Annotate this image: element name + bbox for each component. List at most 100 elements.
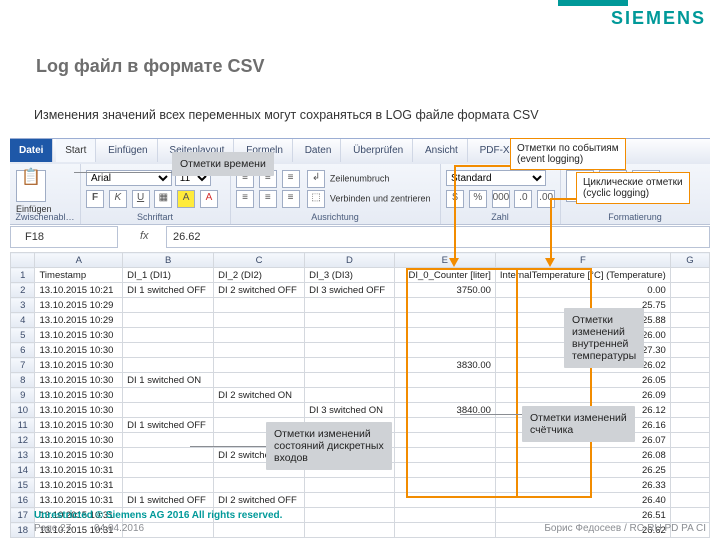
tab-start[interactable]: Start (56, 139, 96, 162)
cell[interactable] (123, 328, 214, 343)
formula-bar[interactable]: 26.62 (166, 226, 710, 248)
cell[interactable] (670, 283, 709, 298)
cell[interactable] (394, 433, 495, 448)
cell[interactable] (670, 388, 709, 403)
tab-view[interactable]: Ansicht (416, 139, 468, 162)
cell[interactable]: 26.05 (495, 373, 670, 388)
cell[interactable] (123, 448, 214, 463)
cell[interactable] (305, 493, 395, 508)
cell[interactable] (670, 343, 709, 358)
cell[interactable] (670, 298, 709, 313)
cell[interactable] (305, 388, 395, 403)
col-header[interactable] (11, 253, 35, 268)
cell[interactable] (305, 328, 395, 343)
bold-icon[interactable]: F (86, 190, 104, 208)
cell[interactable]: DI 1 switched OFF (123, 493, 214, 508)
cell[interactable] (670, 478, 709, 493)
cell[interactable] (305, 478, 395, 493)
row-header[interactable]: 4 (11, 313, 35, 328)
row-header[interactable]: 9 (11, 388, 35, 403)
dec-inc-icon[interactable]: .0 (514, 190, 532, 208)
cell[interactable] (394, 313, 495, 328)
cell[interactable] (123, 343, 214, 358)
cell[interactable]: 26.40 (495, 493, 670, 508)
cell[interactable] (394, 448, 495, 463)
italic-icon[interactable]: K (109, 190, 127, 208)
align-center-icon[interactable]: ≡ (259, 190, 277, 208)
percent-icon[interactable]: % (469, 190, 487, 208)
cell[interactable]: 13.10.2015 10:31 (35, 463, 123, 478)
cell[interactable] (214, 313, 305, 328)
cell[interactable] (670, 493, 709, 508)
row-header[interactable]: 10 (11, 403, 35, 418)
cell[interactable]: 13.10.2015 10:30 (35, 448, 123, 463)
cell[interactable] (394, 328, 495, 343)
cell[interactable] (305, 313, 395, 328)
cell[interactable]: DI 3 switched ON (305, 403, 395, 418)
cell[interactable]: DI_1 (DI1) (123, 268, 214, 283)
name-box[interactable]: F18 (10, 226, 118, 248)
cell[interactable]: DI 3 swiched OFF (305, 283, 395, 298)
cell[interactable]: Timestamp (35, 268, 123, 283)
cell[interactable]: 13.10.2015 10:30 (35, 433, 123, 448)
cell[interactable]: 13.10.2015 10:30 (35, 343, 123, 358)
cell[interactable] (123, 298, 214, 313)
cell[interactable] (670, 373, 709, 388)
cell[interactable] (214, 328, 305, 343)
cell[interactable] (670, 433, 709, 448)
cell[interactable] (214, 343, 305, 358)
row-header[interactable]: 17 (11, 508, 35, 523)
cell[interactable]: DI 2 switched OFF (214, 493, 305, 508)
cell[interactable] (394, 418, 495, 433)
cell[interactable] (123, 358, 214, 373)
wrap-icon[interactable]: ↲ (307, 170, 325, 188)
cell[interactable] (394, 478, 495, 493)
cell[interactable]: 13.10.2015 10:30 (35, 373, 123, 388)
cell[interactable]: 13.10.2015 10:30 (35, 328, 123, 343)
cell[interactable]: DI 1 switched ON (123, 373, 214, 388)
cell[interactable]: 26.25 (495, 463, 670, 478)
cell[interactable] (394, 343, 495, 358)
cell[interactable] (123, 478, 214, 493)
col-header[interactable]: F (495, 253, 670, 268)
cell[interactable]: 13.10.2015 10:30 (35, 418, 123, 433)
cell[interactable]: 26.09 (495, 388, 670, 403)
cell[interactable]: 13.10.2015 10:30 (35, 388, 123, 403)
cell[interactable]: 26.33 (495, 478, 670, 493)
cell[interactable] (670, 448, 709, 463)
tab-insert[interactable]: Einfügen (99, 139, 157, 162)
cell[interactable] (305, 373, 395, 388)
cell[interactable]: DI 2 switched ON (214, 388, 305, 403)
cell[interactable] (305, 358, 395, 373)
merge-icon[interactable]: ⬚ (307, 190, 325, 208)
cell[interactable] (305, 343, 395, 358)
cell[interactable]: 13.10.2015 10:30 (35, 358, 123, 373)
cell[interactable]: 3840.00 (394, 403, 495, 418)
cell[interactable]: 3750.00 (394, 283, 495, 298)
row-header[interactable]: 7 (11, 358, 35, 373)
col-header[interactable]: E (394, 253, 495, 268)
cell[interactable] (670, 268, 709, 283)
tab-review[interactable]: Überprüfen (344, 139, 413, 162)
cell[interactable] (123, 403, 214, 418)
col-header[interactable]: A (35, 253, 123, 268)
row-header[interactable]: 14 (11, 463, 35, 478)
align-right-icon[interactable]: ≡ (282, 190, 300, 208)
number-format-select[interactable]: Standard (446, 170, 546, 186)
cell[interactable] (670, 328, 709, 343)
cell[interactable] (670, 463, 709, 478)
cell[interactable] (123, 388, 214, 403)
align-left-icon[interactable]: ≡ (236, 190, 254, 208)
underline-icon[interactable]: U (132, 190, 150, 208)
cell[interactable]: 13.10.2015 10:31 (35, 478, 123, 493)
cell[interactable]: DI_3 (DI3) (305, 268, 395, 283)
align-bot-icon[interactable]: ≡ (282, 170, 300, 188)
cell[interactable] (394, 373, 495, 388)
row-header[interactable]: 2 (11, 283, 35, 298)
cell[interactable]: 13.10.2015 10:29 (35, 298, 123, 313)
row-header[interactable]: 15 (11, 478, 35, 493)
cell[interactable]: 3830.00 (394, 358, 495, 373)
cell[interactable] (214, 403, 305, 418)
row-header[interactable]: 12 (11, 433, 35, 448)
cell[interactable] (123, 463, 214, 478)
